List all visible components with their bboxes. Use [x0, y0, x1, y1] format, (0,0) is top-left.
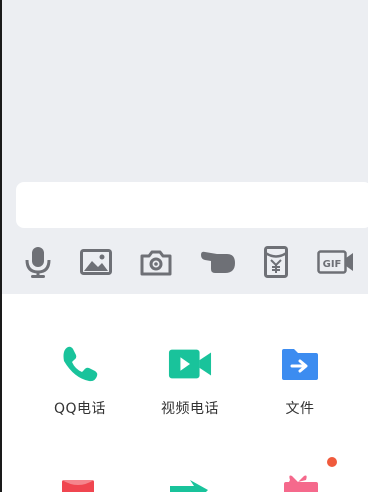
chat-toolbar: GIF — [2, 236, 368, 288]
red-envelope-icon — [62, 480, 94, 492]
image-icon — [80, 249, 112, 275]
notification-badge — [327, 457, 337, 467]
app-label: 视频电话 — [161, 401, 219, 417]
gif-button[interactable]: GIF — [314, 236, 358, 288]
image-button[interactable] — [74, 236, 118, 288]
video-call-button[interactable]: 视频电话 — [140, 342, 240, 432]
camera-button[interactable] — [134, 236, 178, 288]
camera-icon — [140, 250, 172, 276]
gift-button[interactable] — [278, 462, 328, 492]
gift-icon — [284, 475, 318, 492]
microphone-icon — [25, 247, 51, 278]
chat-message-area[interactable] — [2, 0, 368, 182]
app-label: 文件 — [285, 401, 315, 417]
video-call-icon — [168, 349, 212, 379]
voice-button[interactable] — [16, 236, 60, 288]
qq-phone-button[interactable]: QQ电话 — [30, 342, 130, 432]
file-button[interactable]: 文件 — [250, 342, 350, 432]
more-functions-panel: QQ电话 视频电话 文件 — [2, 294, 368, 492]
poke-button[interactable] — [196, 236, 240, 288]
app-label: QQ电话 — [53, 401, 107, 417]
gif-icon: GIF — [317, 250, 353, 274]
red-packet-button[interactable] — [254, 236, 298, 288]
share-arrow-icon — [170, 480, 208, 492]
file-icon — [282, 349, 318, 380]
red-packet-icon — [264, 246, 288, 278]
poke-hand-icon — [201, 251, 235, 273]
red-envelope-button[interactable] — [58, 462, 108, 492]
message-input[interactable] — [16, 182, 368, 228]
gif-label: GIF — [323, 259, 342, 270]
phone-icon — [63, 346, 98, 382]
share-button[interactable] — [168, 462, 218, 492]
